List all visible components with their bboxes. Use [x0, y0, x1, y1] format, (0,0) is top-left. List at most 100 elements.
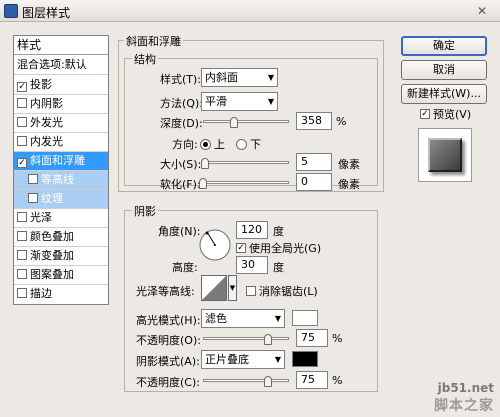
direction-down-radio[interactable]: [236, 139, 247, 150]
contour-dropdown-icon[interactable]: ▼: [228, 275, 237, 301]
direction-up-option[interactable]: 上: [200, 136, 225, 152]
bevel-emboss-title: 斜面和浮雕: [124, 33, 183, 49]
anti-alias-checkbox[interactable]: [246, 286, 256, 296]
close-icon[interactable]: ✕: [472, 4, 492, 18]
size-slider-track[interactable]: [203, 161, 289, 164]
sidebar-item-gradient-overlay[interactable]: 渐变叠加: [14, 247, 108, 266]
method-select[interactable]: 平滑 ▼: [201, 92, 278, 111]
ok-button[interactable]: 确定: [401, 36, 487, 56]
watermark-url: jb51.net: [437, 381, 494, 395]
checkbox-color-overlay[interactable]: [17, 231, 27, 241]
checkbox-texture[interactable]: [28, 193, 38, 203]
highlight-mode-value: 滤色: [205, 312, 227, 325]
checkbox-contour[interactable]: [28, 174, 38, 184]
sidebar-item-texture[interactable]: 纹理: [14, 190, 108, 209]
shadow-color-swatch[interactable]: [292, 351, 318, 367]
soften-input[interactable]: 0: [296, 173, 332, 191]
chevron-down-icon: ▼: [274, 355, 281, 364]
highlight-mode-label: 高光模式(H):: [136, 314, 201, 327]
photoshop-icon: [4, 4, 18, 18]
sidebar-item-contour[interactable]: 等高线: [14, 171, 108, 190]
highlight-opacity-thumb[interactable]: [263, 334, 272, 345]
sidebar-item-label: 图案叠加: [30, 268, 74, 281]
highlight-mode-select[interactable]: 滤色 ▼: [201, 309, 285, 328]
shadow-mode-label: 阴影模式(A):: [136, 355, 200, 368]
checkbox-outer-glow[interactable]: [17, 117, 27, 127]
depth-slider-thumb[interactable]: [229, 117, 238, 128]
style-label: 样式(T):: [160, 73, 202, 86]
soften-label: 软化(F):: [160, 178, 201, 191]
sidebar-item-inner-glow[interactable]: 内发光: [14, 133, 108, 152]
highlight-opacity-input[interactable]: 75: [296, 329, 328, 347]
shadow-opacity-track[interactable]: [203, 379, 289, 382]
chevron-down-icon: ▼: [274, 314, 281, 323]
method-label: 方法(Q):: [160, 97, 203, 110]
altitude-input[interactable]: 30: [236, 256, 268, 274]
style-list: 样式 混合选项:默认 投影 内阴影 外发光 内发光 斜面和浮雕 等高线 纹理 光…: [13, 35, 109, 305]
preview-swatch-shape: [428, 138, 462, 172]
highlight-color-swatch[interactable]: [292, 310, 318, 326]
sidebar-item-pattern-overlay[interactable]: 图案叠加: [14, 266, 108, 285]
blend-options-item[interactable]: 混合选项:默认: [14, 56, 108, 75]
shadow-mode-value: 正片叠底: [205, 353, 249, 366]
shadow-opacity-label: 不透明度(C):: [136, 376, 200, 389]
global-light-option[interactable]: 使用全局光(G): [236, 240, 321, 256]
shading-title: 阴影: [132, 203, 158, 219]
global-light-checkbox[interactable]: [236, 243, 246, 253]
sidebar-item-label: 投影: [30, 78, 52, 91]
window-title: 图层样式: [22, 6, 71, 20]
size-unit: 像素: [338, 158, 360, 171]
sidebar-item-stroke[interactable]: 描边: [14, 285, 108, 304]
style-list-header[interactable]: 样式: [14, 36, 108, 55]
depth-slider-track[interactable]: [203, 120, 289, 123]
direction-label: 方向:: [172, 138, 198, 151]
direction-down-option[interactable]: 下: [236, 136, 261, 152]
cancel-button[interactable]: 取消: [401, 60, 487, 80]
style-select[interactable]: 内斜面 ▼: [201, 68, 278, 87]
shadow-opacity-thumb[interactable]: [263, 376, 272, 387]
size-slider-thumb[interactable]: [200, 158, 209, 169]
sidebar-item-label: 斜面和浮雕: [30, 154, 85, 167]
style-preview-thumbnail: [418, 128, 472, 182]
depth-unit: %: [336, 115, 347, 128]
checkbox-gradient-overlay[interactable]: [17, 250, 27, 260]
watermark: jb51.net 脚本之家: [434, 381, 494, 415]
soften-slider-track[interactable]: [203, 181, 289, 184]
checkbox-pattern-overlay[interactable]: [17, 269, 27, 279]
sidebar-item-bevel-emboss[interactable]: 斜面和浮雕: [14, 152, 108, 171]
size-input[interactable]: 5: [296, 153, 332, 171]
checkbox-satin[interactable]: [17, 212, 27, 222]
angle-input[interactable]: 120: [236, 221, 268, 239]
checkbox-drop-shadow[interactable]: [17, 82, 27, 92]
gloss-contour-preview[interactable]: [201, 275, 227, 301]
preview-option[interactable]: 预览(V): [420, 106, 471, 122]
highlight-opacity-track[interactable]: [203, 337, 289, 340]
checkbox-inner-glow[interactable]: [17, 136, 27, 146]
new-style-button[interactable]: 新建样式(W)...: [401, 84, 487, 104]
sidebar-item-label: 内阴影: [30, 97, 63, 110]
checkbox-stroke[interactable]: [17, 288, 27, 298]
sidebar-item-color-overlay[interactable]: 颜色叠加: [14, 228, 108, 247]
shadow-opacity-input[interactable]: 75: [296, 371, 328, 389]
structure-title: 结构: [132, 51, 158, 67]
shadow-opacity-unit: %: [332, 374, 343, 387]
sidebar-item-inner-shadow[interactable]: 内阴影: [14, 95, 108, 114]
preview-label: 预览(V): [433, 108, 472, 121]
sidebar-item-drop-shadow[interactable]: 投影: [14, 76, 108, 95]
angle-dial[interactable]: [198, 228, 232, 262]
checkbox-inner-shadow[interactable]: [17, 98, 27, 108]
checkbox-bevel-emboss[interactable]: [17, 158, 27, 168]
sidebar-item-outer-glow[interactable]: 外发光: [14, 114, 108, 133]
depth-label: 深度(D):: [160, 117, 203, 130]
sidebar-item-label: 内发光: [30, 135, 63, 148]
direction-up-radio[interactable]: [200, 139, 211, 150]
shadow-mode-select[interactable]: 正片叠底 ▼: [201, 350, 285, 369]
preview-checkbox[interactable]: [420, 109, 430, 119]
highlight-opacity-unit: %: [332, 332, 343, 345]
soften-slider-thumb[interactable]: [199, 178, 207, 189]
altitude-unit: 度: [273, 261, 284, 274]
anti-alias-option[interactable]: 消除锯齿(L): [246, 283, 318, 299]
watermark-name: 脚本之家: [434, 398, 494, 414]
sidebar-item-satin[interactable]: 光泽: [14, 209, 108, 228]
depth-input[interactable]: 358: [296, 112, 332, 130]
